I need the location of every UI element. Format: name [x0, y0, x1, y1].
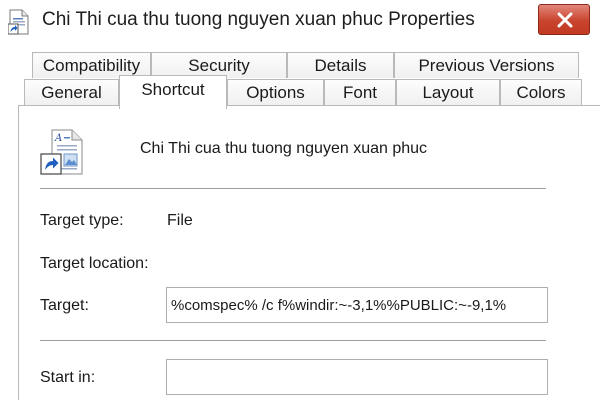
divider	[40, 340, 546, 341]
tab-options[interactable]: Options	[227, 79, 324, 105]
tab-label: Colors	[516, 83, 566, 102]
tab-label: Security	[188, 56, 250, 75]
tab-label: Shortcut	[141, 80, 205, 99]
start-in-label: Start in:	[40, 369, 96, 386]
title-bar[interactable]: Chi Thi cua thu tuong nguyen xuan phuc P…	[0, 0, 600, 44]
document-shortcut-icon	[7, 9, 30, 35]
shortcut-file-name: Chi Thi cua thu tuong nguyen xuan phuc	[140, 140, 428, 157]
tab-label: Details	[314, 56, 367, 75]
tab-label: Font	[342, 83, 378, 102]
window-title: Chi Thi cua thu tuong nguyen xuan phuc P…	[42, 9, 475, 30]
tab-details[interactable]: Details	[287, 52, 394, 78]
tab-label: Compatibility	[42, 56, 141, 75]
tab-previous-versions[interactable]: Previous Versions	[394, 52, 579, 78]
tab-shortcut[interactable]: Shortcut	[119, 75, 227, 109]
tab-layout[interactable]: Layout	[396, 79, 500, 105]
close-icon	[557, 12, 573, 28]
tab-label: Options	[246, 83, 305, 102]
target-label: Target:	[40, 297, 89, 314]
close-button[interactable]	[538, 4, 590, 35]
tab-colors[interactable]: Colors	[500, 79, 582, 105]
start-in-input[interactable]	[166, 359, 548, 395]
target-location-label: Target location:	[40, 255, 149, 272]
tab-general[interactable]: General	[24, 79, 119, 105]
document-shortcut-icon: A	[40, 128, 84, 176]
svg-text:A: A	[54, 133, 62, 144]
tab-label: General	[41, 83, 102, 102]
properties-window: Chi Thi cua thu tuong nguyen xuan phuc P…	[0, 0, 600, 400]
target-type-value: File	[167, 212, 193, 229]
tab-label: Previous Versions	[418, 56, 555, 75]
divider	[40, 188, 546, 189]
target-input[interactable]	[166, 287, 548, 323]
target-type-label: Target type:	[40, 212, 124, 229]
tab-font[interactable]: Font	[324, 79, 396, 105]
tab-label: Layout	[422, 83, 474, 102]
